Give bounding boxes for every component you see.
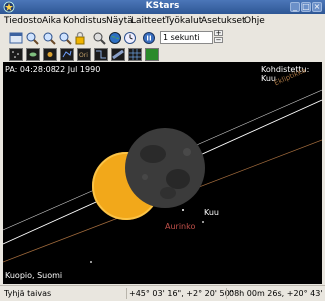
sun-label: Aurinko (165, 222, 196, 231)
new-window-icon[interactable] (9, 31, 23, 45)
close-button[interactable]: × (312, 2, 322, 12)
lock-icon[interactable] (73, 31, 87, 45)
star (90, 261, 92, 263)
status-bar: Tyhjä taivas +45° 03' 16", +2° 20' 50" 0… (0, 285, 325, 301)
status-object: Tyhjä taivas (4, 289, 52, 298)
globe-icon[interactable] (108, 31, 122, 45)
toggle-stars-icon[interactable] (9, 48, 23, 61)
toggle-coordinate-grid-icon[interactable] (128, 48, 142, 61)
stop-clock-icon[interactable] (142, 31, 156, 45)
clock-icon[interactable] (123, 31, 137, 45)
menu-asetukset[interactable]: Asetukset (201, 16, 246, 26)
menu-kohdistus[interactable]: Kohdistus (63, 16, 107, 26)
zoom-in-icon[interactable] (25, 31, 39, 45)
sky-map-canvas (3, 89, 322, 263)
location-label: Kuopio, Suomi (5, 271, 63, 280)
toggle-constellation-names-icon[interactable]: Ori (77, 48, 91, 61)
moon-mare-3 (160, 187, 176, 199)
status-radec: 08h 00m 26s, +20° 43' 38" (226, 288, 325, 299)
menu-tiedosto[interactable]: Tiedosto (4, 16, 42, 26)
find-object-icon[interactable] (92, 31, 106, 45)
moon-crater-2 (142, 174, 148, 180)
moon-label: Kuu (204, 208, 219, 217)
toggle-constellation-lines-icon[interactable] (60, 48, 74, 61)
menu-tyokalut[interactable]: Työkalut (165, 16, 202, 26)
menu-ohje[interactable]: Ohje (244, 16, 265, 26)
maximize-button[interactable]: □ (301, 2, 311, 12)
moon-mare-2 (166, 169, 190, 189)
view-toolbar: Ori (0, 47, 325, 62)
menu-bar: Tiedosto Aika Kohdistus Näytä Laitteet T… (0, 14, 325, 27)
menu-aika[interactable]: Aika (42, 16, 61, 26)
toggle-milky-way-icon[interactable] (111, 48, 125, 61)
default-zoom-icon[interactable] (58, 31, 72, 45)
time-step-stepper[interactable]: + − (214, 30, 234, 44)
time-label: PA: 04:28:08 (5, 65, 56, 74)
minimize-button[interactable]: _ (290, 2, 300, 12)
toggle-planets-icon[interactable] (43, 48, 57, 61)
date-label: 22 Jul 1990 (55, 65, 101, 74)
kstars-window: KStars _ □ × Tiedosto Aika Kohdistus Näy… (0, 0, 325, 301)
sky-map[interactable]: PA: 04:28:08 22 Jul 1990 Kohdistettu: Ku… (3, 62, 322, 284)
star (202, 221, 204, 223)
toggle-constellation-boundaries-icon[interactable] (94, 48, 108, 61)
toggle-ground-icon[interactable] (145, 48, 159, 61)
status-altaz: +45° 03' 16", +2° 20' 50" (126, 288, 233, 299)
title-bar: KStars _ □ × (0, 0, 325, 14)
time-step-down-button[interactable]: − (214, 37, 223, 44)
window-title: KStars (145, 1, 180, 11)
toggle-deep-sky-icon[interactable] (26, 48, 40, 61)
svg-text:Ori: Ori (79, 52, 88, 59)
zoom-out-icon[interactable] (42, 31, 56, 45)
moon-mare-1 (140, 145, 166, 163)
menu-nayta[interactable]: Näytä (106, 16, 133, 26)
time-step-input[interactable]: 1 sekunti (160, 31, 213, 44)
moon-crater (183, 148, 191, 156)
menu-laitteet[interactable]: Laitteet (131, 16, 166, 26)
star (182, 209, 184, 211)
